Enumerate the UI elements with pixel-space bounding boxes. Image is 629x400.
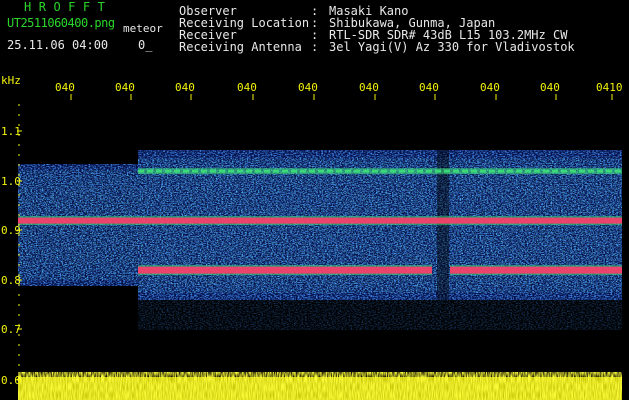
frequency-tick-label: 0.8 <box>1 274 21 287</box>
time-tick-label: 0410 <box>596 81 623 94</box>
spectrogram-noise-field <box>18 150 622 330</box>
time-tick-label: 040 <box>115 81 135 94</box>
frequency-tick-label: 1.1 <box>1 125 21 138</box>
amplitude-bar <box>18 372 622 400</box>
frequency-unit-label: kHz <box>1 74 21 87</box>
spectrogram-plot <box>17 94 622 400</box>
frequency-tick-label: 0.6 <box>1 374 21 387</box>
time-tick-label: 040 <box>237 81 257 94</box>
time-tick-label: 040 <box>540 81 560 94</box>
time-tick-label: 040 <box>298 81 318 94</box>
frequency-tick-label: 1.0 <box>1 175 21 188</box>
time-tick-label: 040 <box>480 81 500 94</box>
time-tick-label: 040 <box>359 81 379 94</box>
time-tick-label: 040 <box>419 81 439 94</box>
time-tick-label: 040 <box>55 81 75 94</box>
frequency-tick-label: 0.7 <box>1 323 21 336</box>
time-tick-label: 040 <box>175 81 195 94</box>
frequency-tick-label: 0.9 <box>1 224 21 237</box>
hrofft-window: HROFFT UT2511060400.png meteor 25.11.06 … <box>0 0 629 400</box>
